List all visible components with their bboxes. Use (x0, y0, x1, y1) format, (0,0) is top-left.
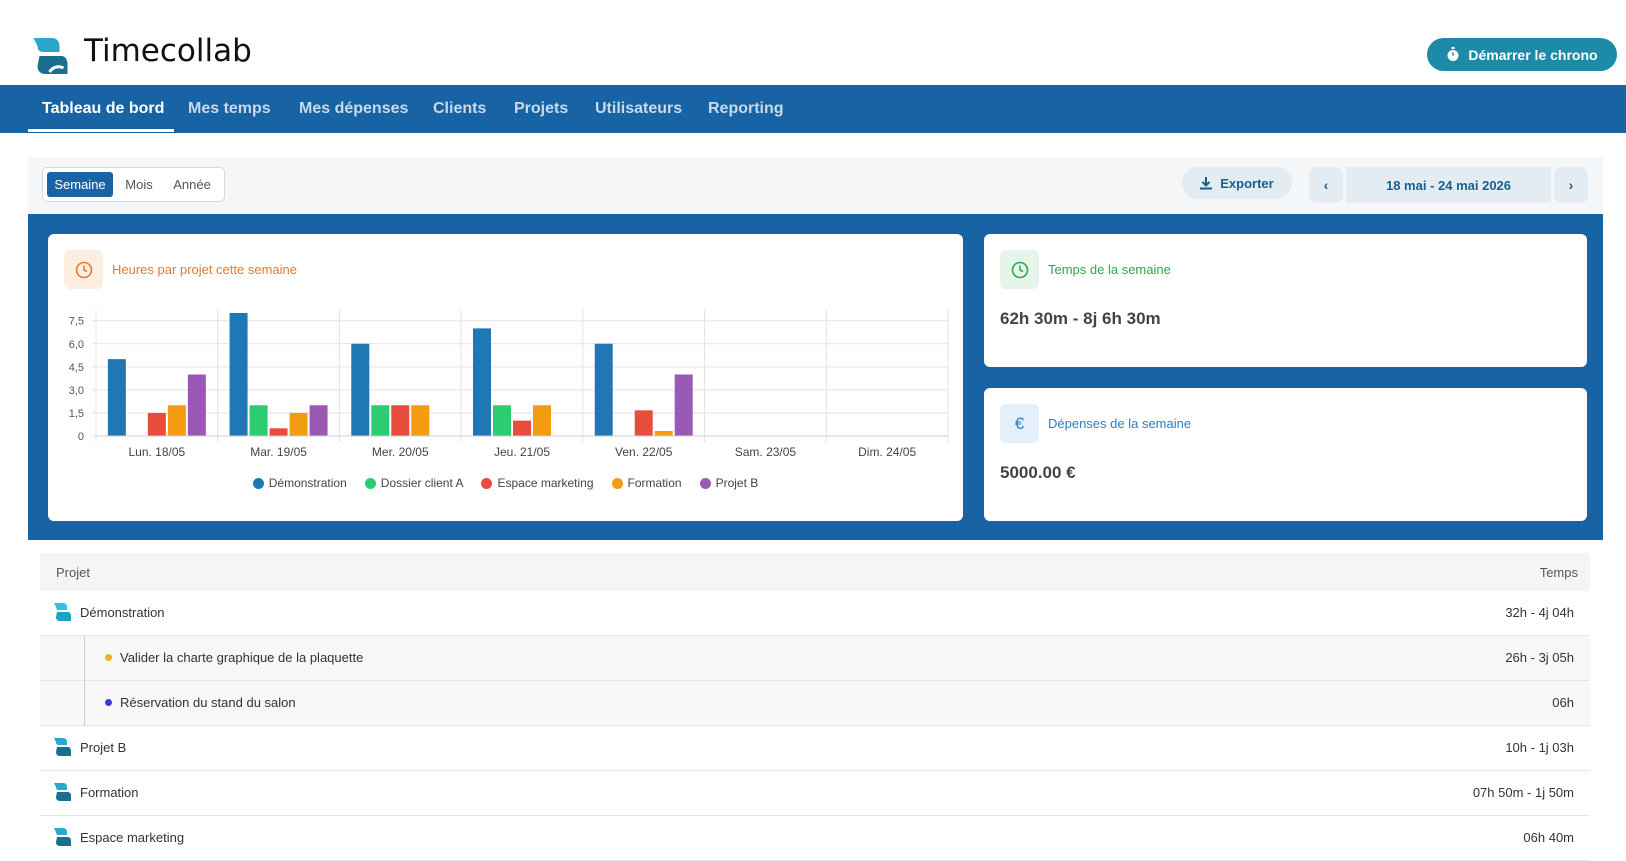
bar-espace-marketing (634, 410, 653, 436)
clock-icon (1011, 261, 1028, 278)
task-status-dot (105, 699, 112, 706)
table-row[interactable]: Valider la charte graphique de la plaque… (40, 636, 1590, 681)
bar-formation (533, 405, 551, 436)
weekly-expenses-value: 5000.00 € (1000, 463, 1076, 482)
bar-projet-b (187, 374, 206, 436)
project-logo-icon (54, 738, 71, 756)
legend-swatch (699, 477, 711, 489)
y-tick-label: 6,0 (69, 339, 84, 351)
weekly-time-card: Temps de la semaine 62h 30m - 8j 6h 30m (984, 234, 1587, 367)
chart-legend: Démonstration Dossier client A Espace ma… (48, 476, 963, 490)
table-row[interactable]: Projet B 10h - 1j 03h (40, 726, 1590, 771)
tree-connector (84, 636, 85, 681)
bar-projet-b (309, 405, 328, 436)
tree-connector (84, 681, 85, 726)
legend-swatch (364, 477, 376, 489)
legend-item[interactable]: Démonstration (252, 476, 347, 490)
x-tick-label: Ven. 22/05 (615, 445, 673, 459)
legend-swatch (611, 477, 623, 489)
project-logo-icon (54, 828, 71, 846)
x-tick-label: Dim. 24/05 (858, 445, 916, 459)
bar-formation (411, 405, 430, 436)
bar-dossier-client-a (371, 405, 390, 436)
x-tick-label: Lun. 18/05 (128, 445, 185, 459)
bar-démonstration (351, 343, 370, 436)
legend-item[interactable]: Dossier client A (364, 476, 464, 490)
weekly-time-value: 62h 30m - 8j 6h 30m (1000, 309, 1161, 328)
project-name: Projet B (80, 740, 127, 755)
table-row[interactable]: Espace marketing 06h 40m (40, 816, 1590, 861)
legend-swatch (481, 477, 493, 489)
legend-item[interactable]: Espace marketing (481, 476, 594, 490)
table-row[interactable]: Formation 07h 50m - 1j 50m (40, 771, 1590, 816)
bar-projet-b (674, 374, 693, 436)
table-header: Projet Temps (40, 553, 1590, 591)
task-time: 06h (1552, 695, 1574, 710)
bar-espace-marketing (269, 428, 288, 436)
task-status-dot (105, 654, 112, 661)
x-tick-label: Sam. 23/05 (735, 445, 797, 459)
bar-formation (654, 430, 673, 436)
column-header-time[interactable]: Temps (1540, 565, 1578, 580)
x-tick-label: Mer. 20/05 (372, 445, 429, 459)
x-tick-label: Jeu. 21/05 (494, 445, 550, 459)
y-tick-label: 0 (78, 431, 84, 443)
bar-dossier-client-a (249, 405, 268, 436)
y-tick-label: 1,5 (69, 408, 84, 420)
project-time: 32h - 4j 04h (1505, 605, 1574, 620)
bar-démonstration (594, 343, 613, 436)
legend-item[interactable]: Projet B (699, 476, 759, 490)
y-tick-label: 3,0 (69, 385, 84, 397)
project-name: Formation (80, 785, 139, 800)
project-time-table: Projet Temps Démonstration 32h - 4j 04h … (40, 553, 1590, 861)
project-logo-icon (54, 783, 71, 801)
bar-démonstration (229, 313, 248, 436)
project-name: Démonstration (80, 605, 165, 620)
task-time: 26h - 3j 05h (1505, 650, 1574, 665)
y-tick-label: 4,5 (69, 362, 84, 374)
legend-item[interactable]: Formation (611, 476, 682, 490)
task-name: Valider la charte graphique de la plaque… (120, 650, 364, 665)
bar-dossier-client-a (493, 405, 511, 436)
project-time: 06h 40m (1523, 830, 1574, 845)
clock-icon-box (1000, 250, 1039, 289)
task-name: Réservation du stand du salon (120, 695, 296, 710)
legend-label: Formation (627, 476, 682, 490)
project-time: 10h - 1j 03h (1505, 740, 1574, 755)
bar-espace-marketing (391, 405, 410, 436)
project-logo-icon (54, 603, 71, 621)
project-time: 07h 50m - 1j 50m (1472, 785, 1574, 800)
weekly-expenses-card: € Dépenses de la semaine 5000.00 € (984, 388, 1587, 521)
bar-formation (289, 412, 308, 436)
column-header-project[interactable]: Projet (56, 565, 90, 580)
legend-swatch (252, 477, 264, 489)
table-row[interactable]: Démonstration 32h - 4j 04h (40, 591, 1590, 636)
weekly-expenses-title: Dépenses de la semaine (1048, 416, 1192, 431)
bar-espace-marketing (513, 420, 531, 436)
legend-label: Démonstration (268, 476, 347, 490)
bar-démonstration (473, 328, 491, 436)
legend-label: Espace marketing (497, 476, 594, 490)
table-row[interactable]: Réservation du stand du salon 06h (40, 681, 1590, 726)
euro-icon: € (1000, 404, 1039, 443)
legend-label: Dossier client A (380, 476, 464, 490)
x-tick-label: Mar. 19/05 (250, 445, 307, 459)
legend-label: Projet B (715, 476, 759, 490)
bar-espace-marketing (147, 412, 166, 436)
bar-démonstration (107, 359, 126, 436)
project-name: Espace marketing (80, 830, 185, 845)
bar-formation (167, 405, 186, 436)
weekly-time-title: Temps de la semaine (1048, 262, 1171, 277)
y-tick-label: 7,5 (69, 316, 84, 328)
